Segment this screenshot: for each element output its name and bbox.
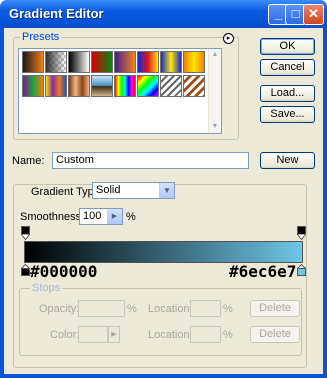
end-color-label: #6ec6e7 [229,262,297,281]
opacity-location-input[interactable] [190,300,221,317]
name-input[interactable]: Custom [52,152,249,169]
presets-legend: Presets [20,31,62,43]
window-title: Gradient Editor [9,6,104,21]
preset-swatch-orange-yellow-orange[interactable] [183,51,205,73]
preset-swatch-chrome[interactable] [91,75,113,97]
gradient-type-value: Solid [96,184,121,196]
preset-swatch-violet-green-orange[interactable] [22,75,44,97]
gradient-preview-bar[interactable] [24,241,303,263]
smoothness-value: 100 [83,210,102,222]
scroll-up-icon[interactable]: ▲ [209,49,221,61]
chevron-down-icon[interactable]: ▼ [159,183,174,198]
load-button[interactable]: Load... [260,85,315,102]
preset-swatch-foreground-to-background[interactable] [22,51,44,73]
opacity-stop-left[interactable] [21,226,30,240]
cancel-button[interactable]: Cancel [260,59,315,76]
opacity-label: Opacity: [39,303,80,315]
color-stop-left[interactable] [21,264,30,276]
preset-swatch-copper[interactable] [68,75,90,97]
color-picker-arrow-icon[interactable]: ▶ [108,326,120,343]
close-button[interactable]: ✕ [303,4,324,25]
stops-group [19,288,302,356]
new-button[interactable]: New [260,152,315,169]
color-swatch[interactable] [78,326,108,343]
presets-list: ▲ ▼ [18,48,222,134]
opacity-stop-right[interactable] [297,226,306,240]
gradient-type-select[interactable]: Solid ▼ [92,182,175,199]
smoothness-label: Smoothness: [20,211,85,223]
preset-swatch-violet-orange[interactable] [114,51,136,73]
color-location-input[interactable] [190,326,221,343]
name-label: Name: [12,155,45,167]
color-location-unit: % [223,329,233,341]
preset-swatch-foreground-to-transparent[interactable] [45,51,67,73]
smoothness-input[interactable]: 100 ▶ [79,208,123,225]
opacity-delete-button[interactable]: Delete [250,300,300,317]
color-stop-right[interactable] [297,264,306,276]
smoothness-unit: % [126,211,136,223]
start-color-label: #000000 [30,262,98,281]
opacity-input[interactable] [78,300,125,317]
opacity-unit: % [127,303,137,315]
preset-swatch-transparent-stripes[interactable] [160,75,182,97]
presets-scrollbar[interactable]: ▲ ▼ [208,49,221,133]
save-button[interactable]: Save... [260,106,315,123]
dialog-body: Presets ▸ ▲ ▼ OK Cancel Load... Save... … [4,28,323,374]
preset-swatch-spectrum[interactable] [114,75,136,97]
stops-legend: Stops [30,282,63,294]
opacity-location-unit: % [223,303,233,315]
smoothness-arrow-icon[interactable]: ▶ [107,209,122,224]
opacity-location-label: Location: [148,303,193,315]
color-location-label: Location: [148,329,193,341]
preset-swatch-blue-yellow-blue[interactable] [160,51,182,73]
preset-swatch-black-white[interactable] [68,51,90,73]
color-delete-button[interactable]: Delete [250,326,300,343]
preset-swatch-stripes[interactable] [183,75,205,97]
color-label: Color: [50,329,80,341]
gradient-editor-window: Gradient Editor _ □ ✕ Presets ▸ ▲ ▼ OK C… [0,0,327,378]
title-bar[interactable]: Gradient Editor _ □ ✕ [0,0,327,28]
preset-swatch-transparent-rainbow[interactable] [137,75,159,97]
preset-swatch-red-green[interactable] [91,51,113,73]
preset-swatch-yellow-violet-orange-blue[interactable] [45,75,67,97]
ok-button[interactable]: OK [260,38,315,55]
preset-swatch-blue-red-yellow[interactable] [137,51,159,73]
presets-menu-icon[interactable]: ▸ [223,33,234,44]
scroll-down-icon[interactable]: ▼ [209,121,221,133]
